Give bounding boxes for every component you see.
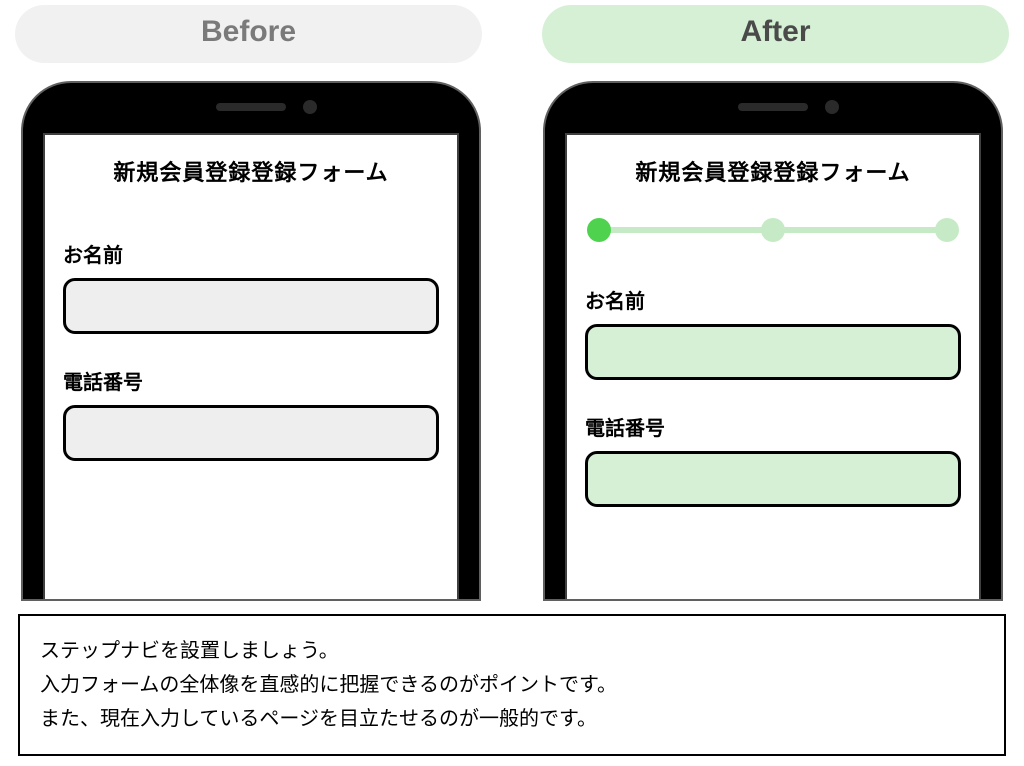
phone-field-label: 電話番号 bbox=[585, 412, 961, 441]
phone-camera-icon bbox=[825, 100, 839, 114]
name-input[interactable] bbox=[585, 324, 961, 380]
step-dot-3[interactable] bbox=[935, 218, 959, 242]
after-screen: 新規会員登録登録フォーム お名前 電話番号 bbox=[565, 133, 981, 599]
name-input[interactable] bbox=[63, 278, 439, 334]
phone-side-button-icon bbox=[21, 253, 23, 293]
name-field-label: お名前 bbox=[585, 285, 961, 314]
phone-side-button-icon bbox=[543, 308, 545, 368]
step-nav bbox=[585, 215, 961, 245]
before-phone: 新規会員登録登録フォーム お名前 電話番号 bbox=[21, 81, 481, 601]
phone-field-label: 電話番号 bbox=[63, 366, 439, 395]
caption-line-1: ステップナビを設置しましょう。 bbox=[40, 634, 984, 668]
caption-line-3: また、現在入力しているページを目立たせるのが一般的です。 bbox=[40, 702, 984, 736]
phone-camera-icon bbox=[303, 100, 317, 114]
before-badge: Before bbox=[15, 5, 482, 63]
phone-speaker-icon bbox=[216, 103, 286, 111]
before-screen: 新規会員登録登録フォーム お名前 電話番号 bbox=[43, 133, 459, 599]
caption-line-2: 入力フォームの全体像を直感的に把握できるのがポイントです。 bbox=[40, 668, 984, 702]
phone-notch-icon bbox=[216, 103, 286, 111]
form-title: 新規会員登録登録フォーム bbox=[585, 155, 961, 187]
step-dot-2[interactable] bbox=[761, 218, 785, 242]
phones-container: 新規会員登録登録フォーム お名前 電話番号 新規会員登録登録フォーム お名前 電… bbox=[0, 81, 1024, 601]
phone-side-button-icon bbox=[21, 383, 23, 443]
caption-box: ステップナビを設置しましょう。 入力フォームの全体像を直感的に把握できるのがポイ… bbox=[18, 614, 1006, 756]
after-badge: After bbox=[542, 5, 1009, 63]
phone-speaker-icon bbox=[738, 103, 808, 111]
name-field-label: お名前 bbox=[63, 239, 439, 268]
badge-row: Before After bbox=[0, 0, 1024, 63]
phone-side-button-icon bbox=[21, 308, 23, 368]
phone-input[interactable] bbox=[63, 405, 439, 461]
phone-side-button-icon bbox=[543, 253, 545, 293]
phone-input[interactable] bbox=[585, 451, 961, 507]
step-dot-1[interactable] bbox=[587, 218, 611, 242]
form-title: 新規会員登録登録フォーム bbox=[63, 155, 439, 187]
after-phone: 新規会員登録登録フォーム お名前 電話番号 bbox=[543, 81, 1003, 601]
phone-notch-icon bbox=[738, 103, 808, 111]
phone-side-button-icon bbox=[543, 383, 545, 443]
